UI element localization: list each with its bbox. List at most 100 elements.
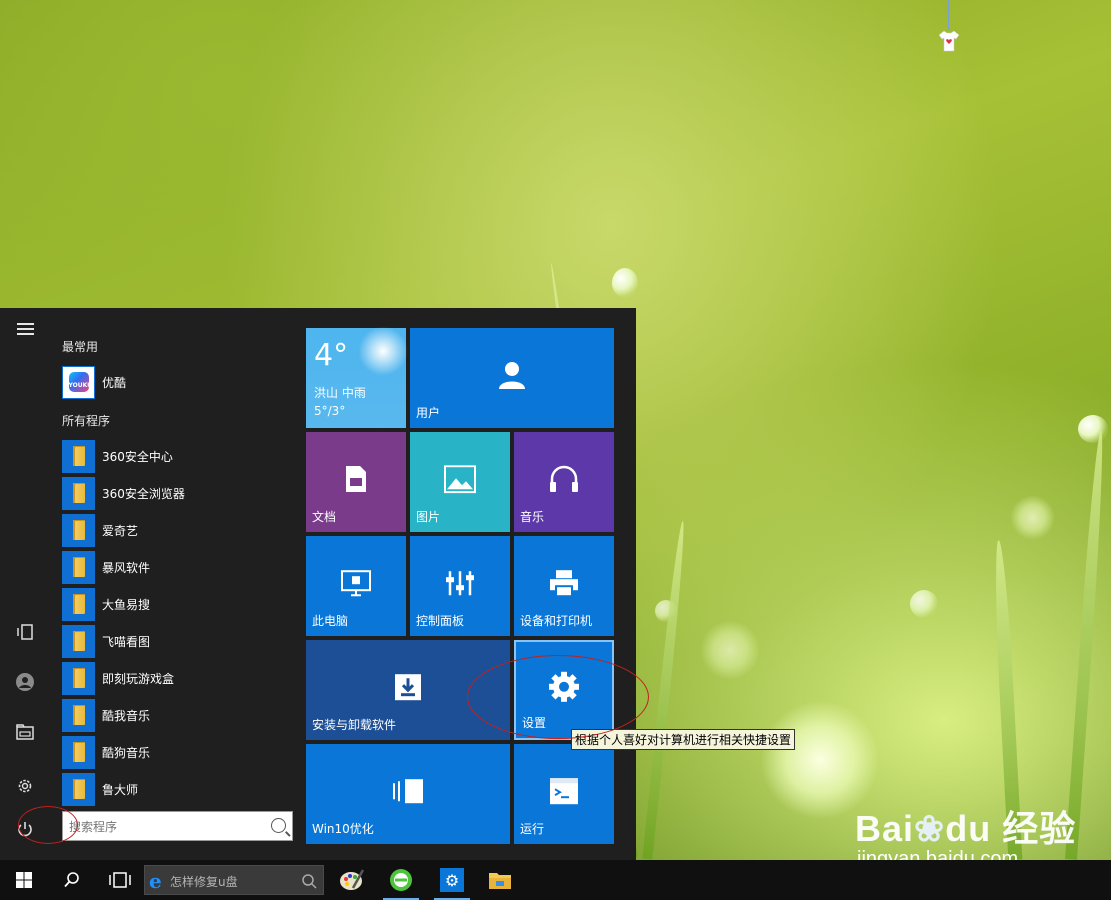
folder-icon [489,873,511,889]
hamburger-menu-icon[interactable] [13,320,37,344]
tile-user[interactable]: 用户 [410,328,614,428]
monitor-icon [341,570,371,597]
gear-icon: ⚙ [440,868,464,892]
tile-weather[interactable]: 4° 洪山 中雨 5°/3° [306,322,412,428]
tile-label: 此电脑 [312,614,349,628]
app-item-label: 爱奇艺 [102,523,139,538]
weather-range: 5°/3° [314,404,346,418]
sun-icon [354,322,412,380]
tile-documents[interactable]: 文档 [306,432,406,532]
app-item[interactable]: 酷狗音乐 [62,735,292,769]
search-icon [302,874,317,889]
app-item-label: 酷狗音乐 [102,745,151,760]
desktop-tshirt-icon[interactable] [936,0,962,54]
folder-icon [62,624,95,658]
app-item[interactable]: 鲁大师 [62,772,292,806]
search-icon[interactable] [271,818,286,833]
tile-label: Win10优化 [312,822,374,836]
app-item-label: 360安全中心 [102,449,173,464]
all-programs-label: 所有程序 [62,414,111,428]
user-icon [499,362,525,389]
folder-icon [62,772,95,806]
tile-label: 控制面板 [416,614,465,628]
taskbar: e 怎样修复u盘 ⚙ [0,860,1111,900]
paint-palette-icon [340,869,365,890]
sliders-icon [446,571,474,596]
tile-label: 用户 [416,406,441,420]
folder-icon [62,587,95,621]
folder-icon [62,476,95,510]
tablet-mode-icon[interactable] [13,623,37,647]
annotation-circle-power [18,806,78,844]
start-button[interactable] [4,860,44,900]
taskbar-search-box[interactable]: e 怎样修复u盘 [144,865,324,895]
taskbar-360-browser[interactable] [381,860,421,900]
taskbar-search-button[interactable] [52,860,92,900]
tile-control-panel[interactable]: 控制面板 [410,536,510,636]
tile-this-pc[interactable]: 此电脑 [306,536,406,636]
taskbar-file-explorer[interactable] [480,860,520,900]
app-item-label: 大鱼易搜 [102,597,151,612]
app-item[interactable]: 暴风软件 [62,550,292,584]
folder-icon [62,735,95,769]
browser-globe-icon [390,869,412,891]
settings-gear-icon[interactable] [13,777,37,801]
program-search-input[interactable] [67,816,266,838]
app-item-label: 飞喵看图 [102,634,151,649]
picture-icon [444,465,476,494]
tile-label: 图片 [416,510,441,524]
optimize-icon [393,779,423,804]
weather-location: 洪山 [314,386,339,400]
search-icon [64,872,79,888]
tile-pictures[interactable]: 图片 [410,432,510,532]
app-item-label: 即刻玩游戏盒 [102,671,175,686]
tile-run[interactable]: 运行 [514,744,614,844]
paw-icon: ❀ [914,808,946,849]
app-item[interactable]: 360安全浏览器 [62,476,292,510]
weather-temp: 4° [314,338,349,373]
app-item[interactable]: 即刻玩游戏盒 [62,661,292,695]
tile-label: 音乐 [520,510,545,524]
folder-icon [62,661,95,695]
app-item-label: 优酷 [102,375,127,390]
app-item[interactable]: 酷我音乐 [62,698,292,732]
app-item[interactable]: 360安全中心 [62,439,292,473]
app-item-label: 酷我音乐 [102,708,151,723]
app-item-label: 暴风软件 [102,560,151,575]
tile-label: 文档 [312,510,337,524]
tile-label: 设备和打印机 [520,614,593,628]
taskbar-settings-app[interactable]: ⚙ [432,860,472,900]
app-item-youku[interactable]: YOUKU 优酷 [62,365,292,399]
document-icon [346,466,366,492]
weather-condition: 中雨 [341,386,366,400]
start-rail [0,308,50,860]
folder-icon [62,698,95,732]
tile-music[interactable]: 音乐 [514,432,614,532]
headphones-icon [550,465,578,492]
windows-logo-icon [16,872,32,888]
annotation-circle-settings [467,655,649,739]
task-view-button[interactable] [100,860,140,900]
task-view-icon [109,872,131,888]
file-explorer-icon[interactable] [13,723,37,747]
tile-win10-optimize[interactable]: Win10优化 [306,744,510,844]
app-item[interactable]: 飞喵看图 [62,624,292,658]
folder-icon [62,550,95,584]
taskbar-paint-app[interactable] [332,860,372,900]
app-item-label: 360安全浏览器 [102,486,185,501]
app-list: 最常用 YOUKU 优酷 所有程序 360安全中心 360安全浏览器 爱奇艺 暴… [50,308,300,860]
run-icon [550,778,578,805]
folder-icon [62,513,95,547]
app-item-label: 鲁大师 [102,782,139,797]
taskbar-search-text: 怎样修复u盘 [170,875,238,889]
tile-label: 安装与卸载软件 [312,718,397,732]
user-avatar-icon[interactable] [13,672,37,696]
tile-label: 运行 [520,822,545,836]
app-item[interactable]: 爱奇艺 [62,513,292,547]
folder-icon [62,439,95,473]
program-search-box[interactable] [62,811,293,841]
printer-icon [550,570,578,598]
ie-icon: e [149,869,162,893]
app-item[interactable]: 大鱼易搜 [62,587,292,621]
tile-devices-printers[interactable]: 设备和打印机 [514,536,614,636]
